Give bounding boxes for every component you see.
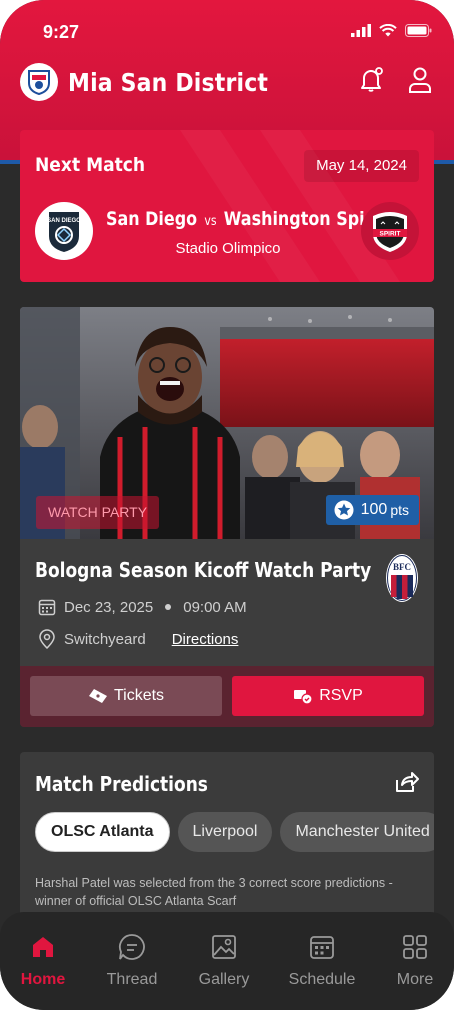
event-date: Dec 23, 2025 <box>64 598 154 616</box>
bottom-tab-bar: Home Thread Gallery Schedule More <box>0 912 454 1010</box>
next-match-label: Next Match <box>35 154 146 176</box>
status-bar: 9:27 <box>0 18 454 46</box>
tab-schedule-label: Schedule <box>288 971 356 988</box>
bologna-logo: BFC <box>385 553 419 603</box>
share-icon <box>396 772 419 792</box>
ticket-icon <box>88 689 107 703</box>
event-actions: Tickets RSVP <box>20 666 434 727</box>
spirit-crest-icon: SPIRIT <box>373 212 407 252</box>
share-button[interactable] <box>393 770 419 799</box>
location-pin-icon <box>39 629 55 649</box>
wifi-icon <box>379 24 397 37</box>
profile-button[interactable] <box>406 66 434 94</box>
event-card[interactable]: WATCH PARTY 100 pts Bologna Season Kicof… <box>20 307 434 727</box>
home-team-name: San Diego <box>106 208 198 230</box>
event-location: Switchyeard <box>64 630 146 648</box>
image-icon <box>212 935 236 959</box>
event-time: 09:00 AM <box>183 598 247 616</box>
points-unit: pts <box>390 502 409 518</box>
tab-schedule[interactable]: Schedule <box>282 932 362 989</box>
calendar-icon <box>38 599 56 616</box>
san-diego-crest-icon: SAN DIEGO <box>47 212 81 252</box>
phone-screen: 9:27 Mia San District Next Match May 14,… <box>0 0 454 1010</box>
match-predictions-card: Match Predictions OLSC Atlanta Liverpool M… <box>20 752 434 922</box>
battery-icon <box>405 24 432 37</box>
vs-label: vs <box>204 214 217 229</box>
tab-more-label: More <box>396 971 434 988</box>
stadium-name: Stadio Olimpico <box>175 240 281 257</box>
tab-home-label: Home <box>20 971 66 988</box>
rsvp-icon <box>294 690 313 705</box>
tab-gallery-label: Gallery <box>198 971 250 988</box>
tab-gallery[interactable]: Gallery <box>184 932 264 989</box>
away-team-logo: SPIRIT <box>361 202 419 260</box>
rsvp-label: RSVP <box>319 687 363 704</box>
notifications-button[interactable] <box>358 66 386 94</box>
points-badge: 100 pts <box>325 495 419 525</box>
signal-icon <box>351 24 371 37</box>
grid-icon <box>403 935 427 959</box>
svg-text:SAN DIEGO: SAN DIEGO <box>47 218 81 224</box>
svg-text:BFC: BFC <box>393 562 411 572</box>
chip-olsc-atlanta[interactable]: OLSC Atlanta <box>35 812 170 852</box>
match-teams: San Diego vs Washington Spirit <box>106 208 386 230</box>
calendar-icon <box>310 936 334 959</box>
app-title: Mia San District <box>68 67 269 97</box>
event-title: Bologna Season Kicoff Watch Party <box>35 558 372 582</box>
bologna-crest-icon: BFC <box>386 554 418 602</box>
bell-icon <box>361 67 383 92</box>
team-filter-chips: OLSC Atlanta Liverpool Manchester United <box>35 812 434 854</box>
star-icon <box>334 500 354 520</box>
top-actions <box>358 66 434 94</box>
predictions-winner-text: Harshal Patel was selected from the 3 co… <box>35 876 393 908</box>
home-team-logo: SAN DIEGO <box>35 202 93 260</box>
tab-home[interactable]: Home <box>3 932 83 989</box>
chip-liverpool[interactable]: Liverpool <box>177 812 273 852</box>
separator-dot <box>165 604 172 610</box>
chip-manchester-united[interactable]: Manchester United <box>280 812 434 852</box>
event-type-badge: WATCH PARTY <box>36 496 160 529</box>
user-icon <box>409 67 431 93</box>
club-logo[interactable] <box>20 63 58 101</box>
directions-link[interactable]: Directions <box>172 631 239 648</box>
match-date: May 14, 2024 <box>304 150 419 182</box>
chat-icon <box>119 934 145 960</box>
predictions-title: Match Predictions <box>35 772 208 796</box>
next-match-card[interactable]: Next Match May 14, 2024 SAN DIEGO San Di… <box>20 130 434 282</box>
event-location-row: Switchyeard Directions <box>38 629 238 649</box>
rsvp-button[interactable]: RSVP <box>232 676 424 716</box>
tab-thread[interactable]: Thread <box>92 932 172 989</box>
tickets-label: Tickets <box>113 687 165 704</box>
tab-thread-label: Thread <box>106 971 158 988</box>
tickets-button[interactable]: Tickets <box>30 676 222 716</box>
tab-more[interactable]: More <box>375 932 454 989</box>
points-value: 100 <box>360 501 388 518</box>
top-app-bar: Mia San District <box>20 60 434 104</box>
event-datetime-row: Dec 23, 2025 09:00 AM <box>38 598 247 616</box>
status-icons <box>351 24 432 37</box>
home-icon <box>33 937 53 957</box>
crest-icon <box>28 70 50 96</box>
status-time: 9:27 <box>43 22 80 42</box>
svg-text:SPIRIT: SPIRIT <box>380 231 401 238</box>
